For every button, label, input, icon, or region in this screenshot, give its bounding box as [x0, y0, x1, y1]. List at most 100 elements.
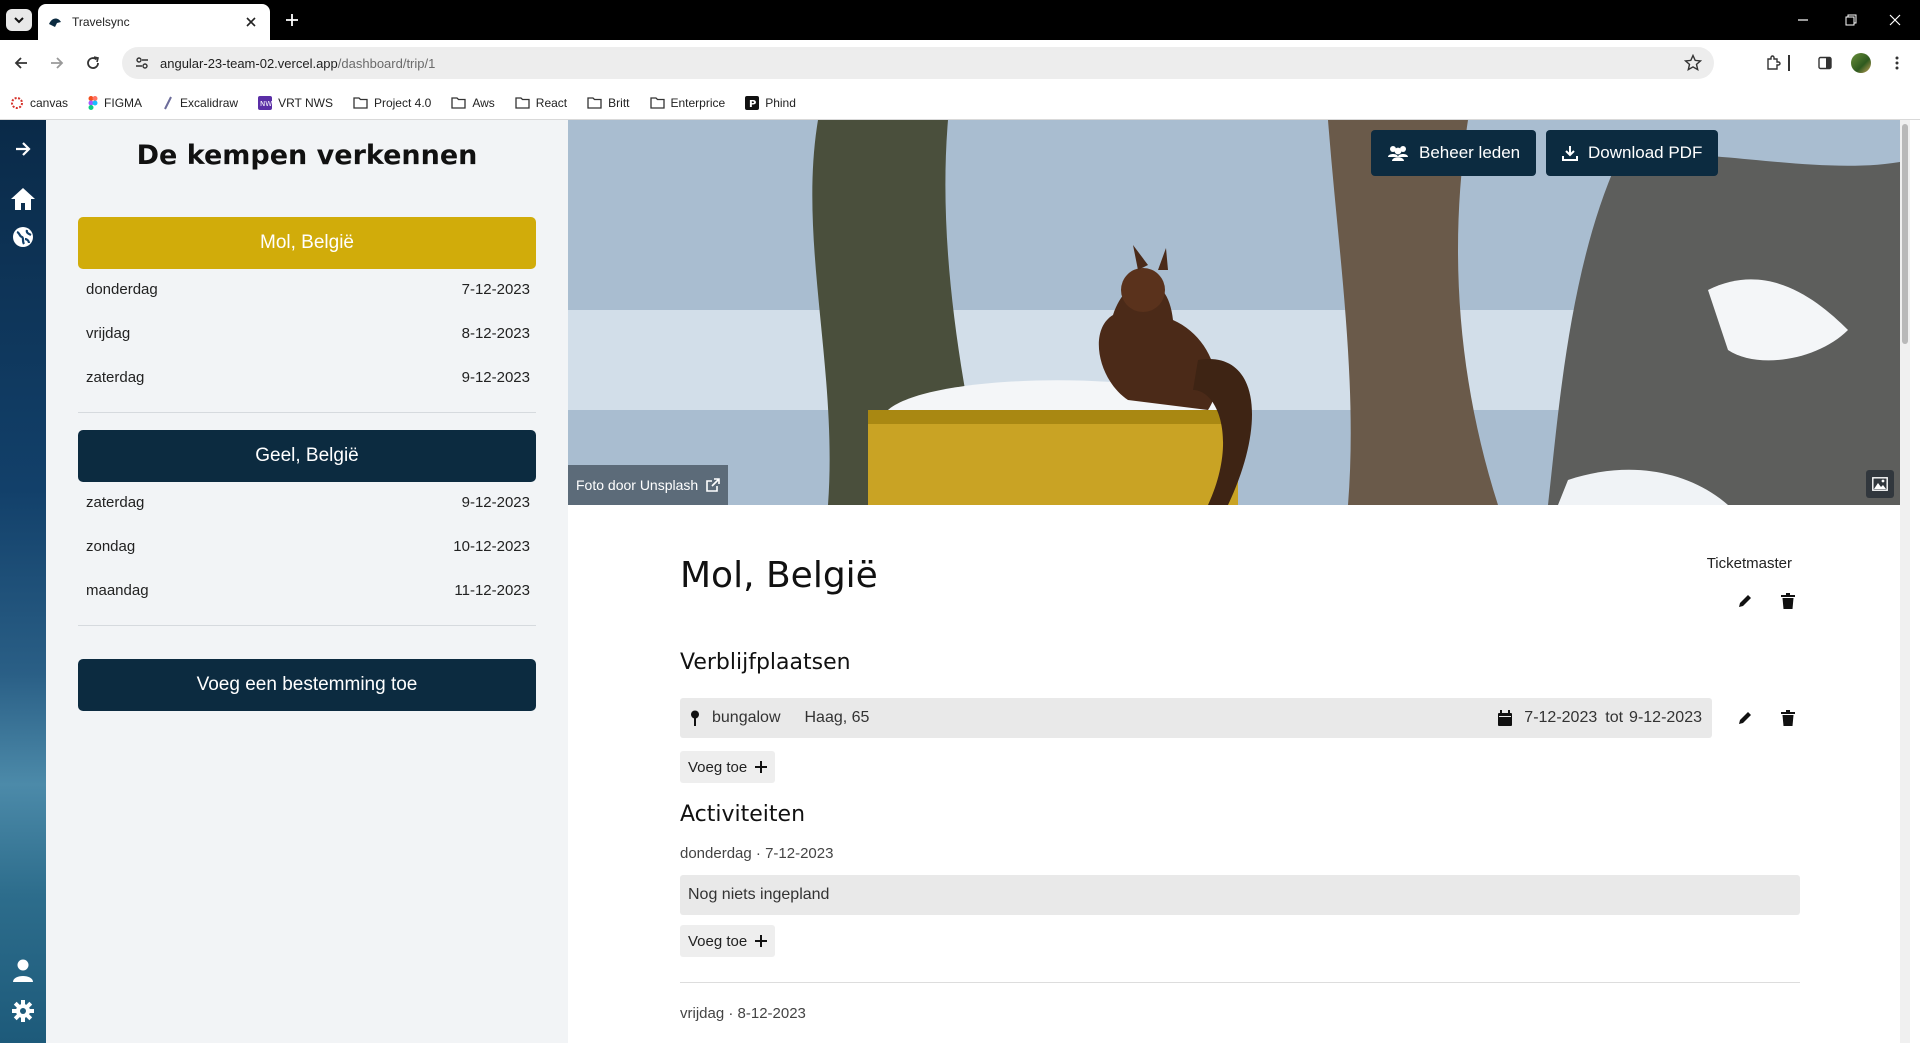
divider: [78, 625, 536, 626]
day-name: vrijdag: [86, 325, 131, 342]
folder-icon: [649, 97, 665, 109]
edit-destination-button[interactable]: [1734, 590, 1756, 612]
browser-tab-bar: Travelsync: [0, 0, 1920, 40]
bookmark-folder-project[interactable]: Project 4.0: [353, 96, 431, 110]
bookmark-phind[interactable]: P Phind: [745, 95, 796, 110]
expand-sidebar-button[interactable]: [8, 134, 38, 164]
change-image-button[interactable]: [1866, 470, 1894, 498]
bookmark-figma[interactable]: FIGMA: [88, 95, 143, 110]
ticketmaster-link[interactable]: Ticketmaster: [1707, 555, 1792, 572]
day-name: donderdag: [86, 281, 158, 298]
tab-title: Travelsync: [72, 15, 130, 29]
globe-icon: [13, 227, 33, 247]
bookmark-label: Phind: [765, 95, 796, 110]
bookmark-label: Excalidraw: [180, 95, 239, 110]
bookmark-excalidraw[interactable]: Excalidraw: [162, 96, 238, 110]
add-destination-label: Voeg een bestemming toe: [196, 674, 418, 695]
app-root: De kempen verkennen Mol, België donderda…: [0, 120, 1920, 1043]
vrt-icon: NWS: [258, 95, 273, 110]
side-panel-button[interactable]: [1814, 52, 1836, 74]
destination-button-mol[interactable]: Mol, België: [78, 217, 536, 269]
stay-address: Haag, 65: [804, 709, 870, 726]
bookmark-label: VRT NWS: [278, 95, 333, 110]
scrollbar[interactable]: [1900, 120, 1910, 1043]
trip-sidebar: De kempen verkennen Mol, België donderda…: [46, 120, 568, 1043]
day-row[interactable]: maandag 11-12-2023: [86, 582, 530, 606]
hero-photo-illustration: [568, 120, 1910, 505]
tab-close-button[interactable]: [242, 13, 260, 31]
site-info-icon[interactable]: [134, 55, 150, 71]
add-destination-button[interactable]: Voeg een bestemming toe: [78, 659, 536, 711]
explore-button[interactable]: [8, 222, 38, 252]
day-date: 11-12-2023: [454, 582, 530, 599]
svg-text:P: P: [749, 99, 756, 110]
folder-icon: [587, 97, 602, 109]
manage-members-button[interactable]: Beheer leden: [1371, 130, 1537, 176]
forward-button[interactable]: [46, 52, 68, 74]
close-window-button[interactable]: [1872, 8, 1918, 32]
scrollbar-thumb[interactable]: [1902, 124, 1908, 344]
bookmarks-bar: canvas FIGMA Excalidraw NWS VRT NWS Proj…: [0, 86, 1920, 120]
new-tab-button[interactable]: [282, 10, 302, 30]
trash-icon: [1781, 593, 1795, 609]
day-row[interactable]: donderdag 7-12-2023: [86, 281, 530, 305]
home-icon: [11, 188, 35, 210]
image-icon: [1872, 477, 1888, 491]
minimize-button[interactable]: [1780, 8, 1826, 32]
gear-icon: [12, 1000, 34, 1022]
restore-icon: [1845, 14, 1857, 26]
edit-stay-button[interactable]: [1734, 707, 1756, 729]
bookmark-label: FIGMA: [104, 95, 143, 110]
plus-icon: [286, 14, 298, 26]
profile-button[interactable]: [1850, 52, 1872, 74]
add-activity-button[interactable]: Voeg toe: [680, 925, 776, 957]
bookmark-vrt-nws[interactable]: NWS VRT NWS: [258, 95, 333, 110]
bookmark-label: Project 4.0: [373, 95, 432, 110]
day-row[interactable]: vrijdag 8-12-2023: [86, 325, 530, 349]
bookmark-canvas[interactable]: canvas: [10, 96, 68, 110]
svg-text:NWS: NWS: [260, 100, 272, 108]
download-icon: [1562, 146, 1578, 161]
photo-credit-link[interactable]: Foto door Unsplash: [568, 465, 729, 505]
destination-button-geel[interactable]: Geel, België: [78, 430, 536, 482]
pencil-icon: [1739, 595, 1751, 607]
day-row[interactable]: zaterdag 9-12-2023: [86, 369, 530, 393]
profile-button[interactable]: [8, 956, 38, 986]
destination-title: Mol, België: [680, 555, 878, 596]
activity-day-header: donderdag · 7-12-2023: [680, 845, 834, 862]
bookmark-folder-react[interactable]: React: [515, 96, 567, 110]
day-row[interactable]: zondag 10-12-2023: [86, 538, 530, 562]
settings-button[interactable]: [8, 996, 38, 1026]
add-stay-button[interactable]: Voeg toe: [680, 751, 776, 783]
stay-dates: 7-12-2023 tot 9-12-2023: [1498, 709, 1702, 727]
arrow-left-icon: [14, 57, 27, 69]
address-bar[interactable]: angular-23-team-02.vercel.app/dashboard/…: [122, 47, 1714, 79]
browser-menu-button[interactable]: [1886, 52, 1908, 74]
browser-tab[interactable]: Travelsync: [38, 4, 270, 40]
reload-button[interactable]: [82, 52, 104, 74]
bookmark-label: Aws: [472, 95, 495, 110]
home-button[interactable]: [8, 184, 38, 214]
bookmark-folder-britt[interactable]: Britt: [587, 96, 630, 110]
browser-toolbar: angular-23-team-02.vercel.app/dashboard/…: [0, 40, 1920, 86]
plus-icon: [755, 761, 768, 773]
extensions-button[interactable]: [1762, 52, 1784, 74]
tab-search-button[interactable]: [6, 9, 32, 31]
user-icon: [13, 959, 33, 982]
download-pdf-button[interactable]: Download PDF: [1546, 130, 1719, 176]
trash-icon: [1781, 710, 1795, 726]
bookmark-star-button[interactable]: [1684, 54, 1702, 72]
close-icon: [1889, 14, 1901, 26]
day-row[interactable]: zaterdag 9-12-2023: [86, 494, 530, 518]
day-date: 9-12-2023: [461, 494, 530, 511]
avatar: [1851, 53, 1871, 73]
delete-destination-button[interactable]: [1777, 590, 1799, 612]
stay-item[interactable]: bungalow Haag, 65 7-12-2023 tot 9-12-202…: [680, 698, 1712, 738]
delete-stay-button[interactable]: [1777, 707, 1799, 729]
back-button[interactable]: [10, 52, 32, 74]
bookmark-folder-enterprice[interactable]: Enterprice: [649, 96, 725, 110]
restore-button[interactable]: [1828, 8, 1874, 32]
map-pin-icon: [691, 710, 699, 726]
bookmark-folder-aws[interactable]: Aws: [451, 95, 495, 110]
main-content: Beheer leden Download PDF Foto door Unsp…: [568, 120, 1910, 1043]
